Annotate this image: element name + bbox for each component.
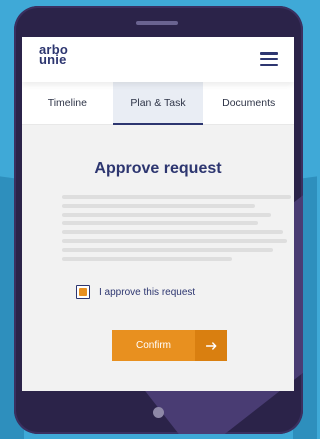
placeholder-line (62, 247, 273, 252)
placeholder-line (62, 238, 287, 243)
approve-checkbox-row[interactable]: I approve this request (76, 284, 195, 300)
approval-panel: Approve request I approve this request C… (22, 125, 294, 391)
confirm-button-label: Confirm (135, 340, 171, 351)
placeholder-line (62, 256, 232, 261)
speaker-grille (136, 21, 178, 25)
menu-bar-1 (260, 52, 278, 55)
confirm-button[interactable]: Confirm (112, 330, 227, 361)
menu-bar-3 (260, 63, 278, 67)
approve-checkbox[interactable] (76, 285, 90, 299)
checkbox-fill (79, 288, 87, 296)
placeholder-text-block (62, 195, 294, 265)
placeholder-line (62, 203, 255, 208)
tab-bar: Timeline Plan & Task Documents (22, 82, 294, 125)
tablet-device: arbo unie Timeline Plan & Task Documents… (14, 6, 303, 434)
placeholder-line (62, 195, 291, 199)
arrow-right-icon (195, 330, 227, 361)
logo-line-2: unie (39, 52, 67, 67)
page-title: Approve request (94, 160, 222, 177)
tab-timeline[interactable]: Timeline (22, 82, 113, 124)
hamburger-menu-icon[interactable] (260, 52, 278, 67)
tab-documents[interactable]: Documents (203, 82, 294, 124)
page-background: arbo unie Timeline Plan & Task Documents… (0, 0, 317, 439)
menu-bar-2 (260, 57, 278, 61)
arbo-unie-logo[interactable]: arbo unie (39, 43, 79, 67)
approve-checkbox-label[interactable]: I approve this request (99, 287, 195, 298)
app-header: arbo unie (22, 37, 294, 82)
placeholder-line (62, 212, 271, 217)
placeholder-line (62, 230, 283, 235)
tab-plan-and-task[interactable]: Plan & Task (112, 82, 204, 125)
home-button[interactable] (153, 407, 164, 418)
app-screen: arbo unie Timeline Plan & Task Documents… (22, 37, 294, 391)
placeholder-line (62, 221, 258, 226)
